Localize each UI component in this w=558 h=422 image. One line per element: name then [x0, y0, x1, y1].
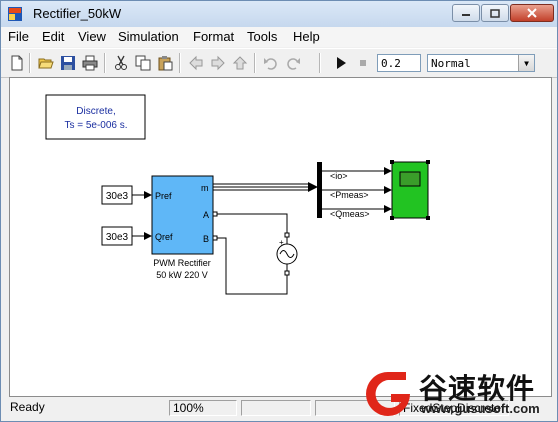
copy-button[interactable] [133, 53, 153, 73]
back-button[interactable] [186, 53, 206, 73]
toolbar: 0.2 Normal ▼ [1, 48, 557, 78]
constant-qref-value: 30e3 [106, 232, 129, 243]
constant-pref-block[interactable]: 30e3 [101, 185, 133, 205]
play-icon [337, 57, 346, 69]
pwm-port-qref: Qref [155, 232, 173, 242]
gususoft-logo-icon [366, 372, 410, 416]
signal-label-io: <io> [330, 171, 348, 181]
watermark-url: www.gususoft.com [421, 401, 540, 416]
constant-qref-block[interactable]: 30e3 [101, 226, 133, 246]
toolbar-separator [29, 53, 31, 73]
signal-label-qmeas: <Qmeas> [330, 209, 370, 219]
save-icon [61, 56, 75, 70]
model-diagram: Discrete, Ts = 5e-006 s. 30e3 30e3 Pref … [45, 94, 430, 295]
simulink-window: Rectifier_50kW File Edit View Simulation… [0, 0, 558, 422]
print-icon [82, 55, 98, 71]
copy-icon [135, 55, 151, 71]
electrical-connection-a [212, 211, 288, 235]
restore-icon [490, 9, 500, 18]
stop-icon [360, 60, 366, 66]
up-icon [232, 56, 248, 70]
back-icon [189, 55, 203, 71]
title-bar[interactable]: Rectifier_50kW [1, 1, 557, 27]
electrical-connection-b [212, 235, 288, 295]
powergui-block[interactable]: Discrete, Ts = 5e-006 s. [45, 94, 146, 140]
menu-help[interactable]: Help [293, 29, 320, 44]
save-button[interactable] [58, 53, 78, 73]
menu-bar: File Edit View Simulation Format Tools H… [1, 27, 557, 47]
svg-text:+: + [279, 238, 284, 247]
undo-button[interactable] [261, 53, 281, 73]
paste-icon [158, 56, 173, 71]
pwm-port-pref: Pref [155, 191, 172, 201]
menu-format[interactable]: Format [193, 29, 234, 44]
powergui-line2: Ts = 5e-006 s. [64, 120, 127, 131]
redo-icon [287, 58, 300, 70]
toolbar-separator [104, 53, 106, 73]
new-button[interactable] [7, 53, 27, 73]
window-title: Rectifier_50kW [33, 6, 122, 21]
menu-simulation[interactable]: Simulation [118, 29, 179, 44]
bus-selector-block[interactable] [317, 162, 322, 218]
stop-time-input[interactable]: 0.2 [377, 54, 421, 72]
print-button[interactable] [80, 53, 100, 73]
cut-icon [115, 55, 127, 70]
chevron-down-icon[interactable]: ▼ [518, 55, 534, 71]
pwm-port-b: B [203, 234, 209, 244]
status-zoom: 100% [169, 400, 237, 416]
open-button[interactable] [36, 53, 56, 73]
redo-button[interactable] [283, 53, 303, 73]
up-button[interactable] [230, 53, 250, 73]
model-canvas[interactable]: Discrete, Ts = 5e-006 s. 30e3 30e3 Pref … [9, 77, 552, 397]
pwm-port-a: A [203, 210, 209, 220]
simulink-app-icon [8, 7, 22, 21]
simulation-mode-value: Normal [431, 57, 471, 70]
forward-icon [211, 55, 225, 71]
toolbar-separator [319, 53, 321, 73]
scope-block[interactable] [390, 160, 430, 220]
start-simulation-button[interactable] [331, 53, 351, 73]
ac-voltage-source[interactable]: + [276, 232, 298, 276]
signal-label-pmeas: <Pmeas> [330, 190, 369, 200]
powergui-line1: Discrete, [76, 106, 115, 117]
menu-tools[interactable]: Tools [247, 29, 277, 44]
toolbar-separator [179, 53, 181, 73]
restore-button[interactable] [481, 4, 509, 22]
new-icon [11, 55, 23, 71]
bus-line-m [213, 182, 318, 192]
pwm-port-m: m [201, 183, 209, 193]
watermark: 谷速软件 www.gususoft.com [361, 367, 557, 421]
toolbar-separator [254, 53, 256, 73]
minimize-button[interactable] [452, 4, 480, 22]
stop-simulation-button[interactable] [353, 53, 373, 73]
pwm-rectifier-block[interactable]: Pref Qref m A B [151, 175, 214, 255]
pwm-rectifier-name-line1: PWM Rectifier [153, 258, 211, 268]
menu-view[interactable]: View [78, 29, 106, 44]
minimize-icon [462, 14, 470, 16]
pwm-rectifier-name-line2: 50 kW 220 V [156, 270, 208, 280]
status-state: Ready [10, 400, 45, 414]
cut-button[interactable] [111, 53, 131, 73]
close-icon [527, 8, 537, 18]
close-button[interactable] [510, 4, 554, 22]
undo-icon [264, 58, 277, 70]
paste-button[interactable] [155, 53, 175, 73]
forward-button[interactable] [208, 53, 228, 73]
menu-edit[interactable]: Edit [42, 29, 64, 44]
constant-pref-value: 30e3 [106, 191, 129, 202]
open-icon [38, 58, 54, 69]
simulation-mode-select[interactable]: Normal ▼ [427, 54, 535, 72]
status-empty [241, 400, 311, 416]
menu-file[interactable]: File [8, 29, 29, 44]
